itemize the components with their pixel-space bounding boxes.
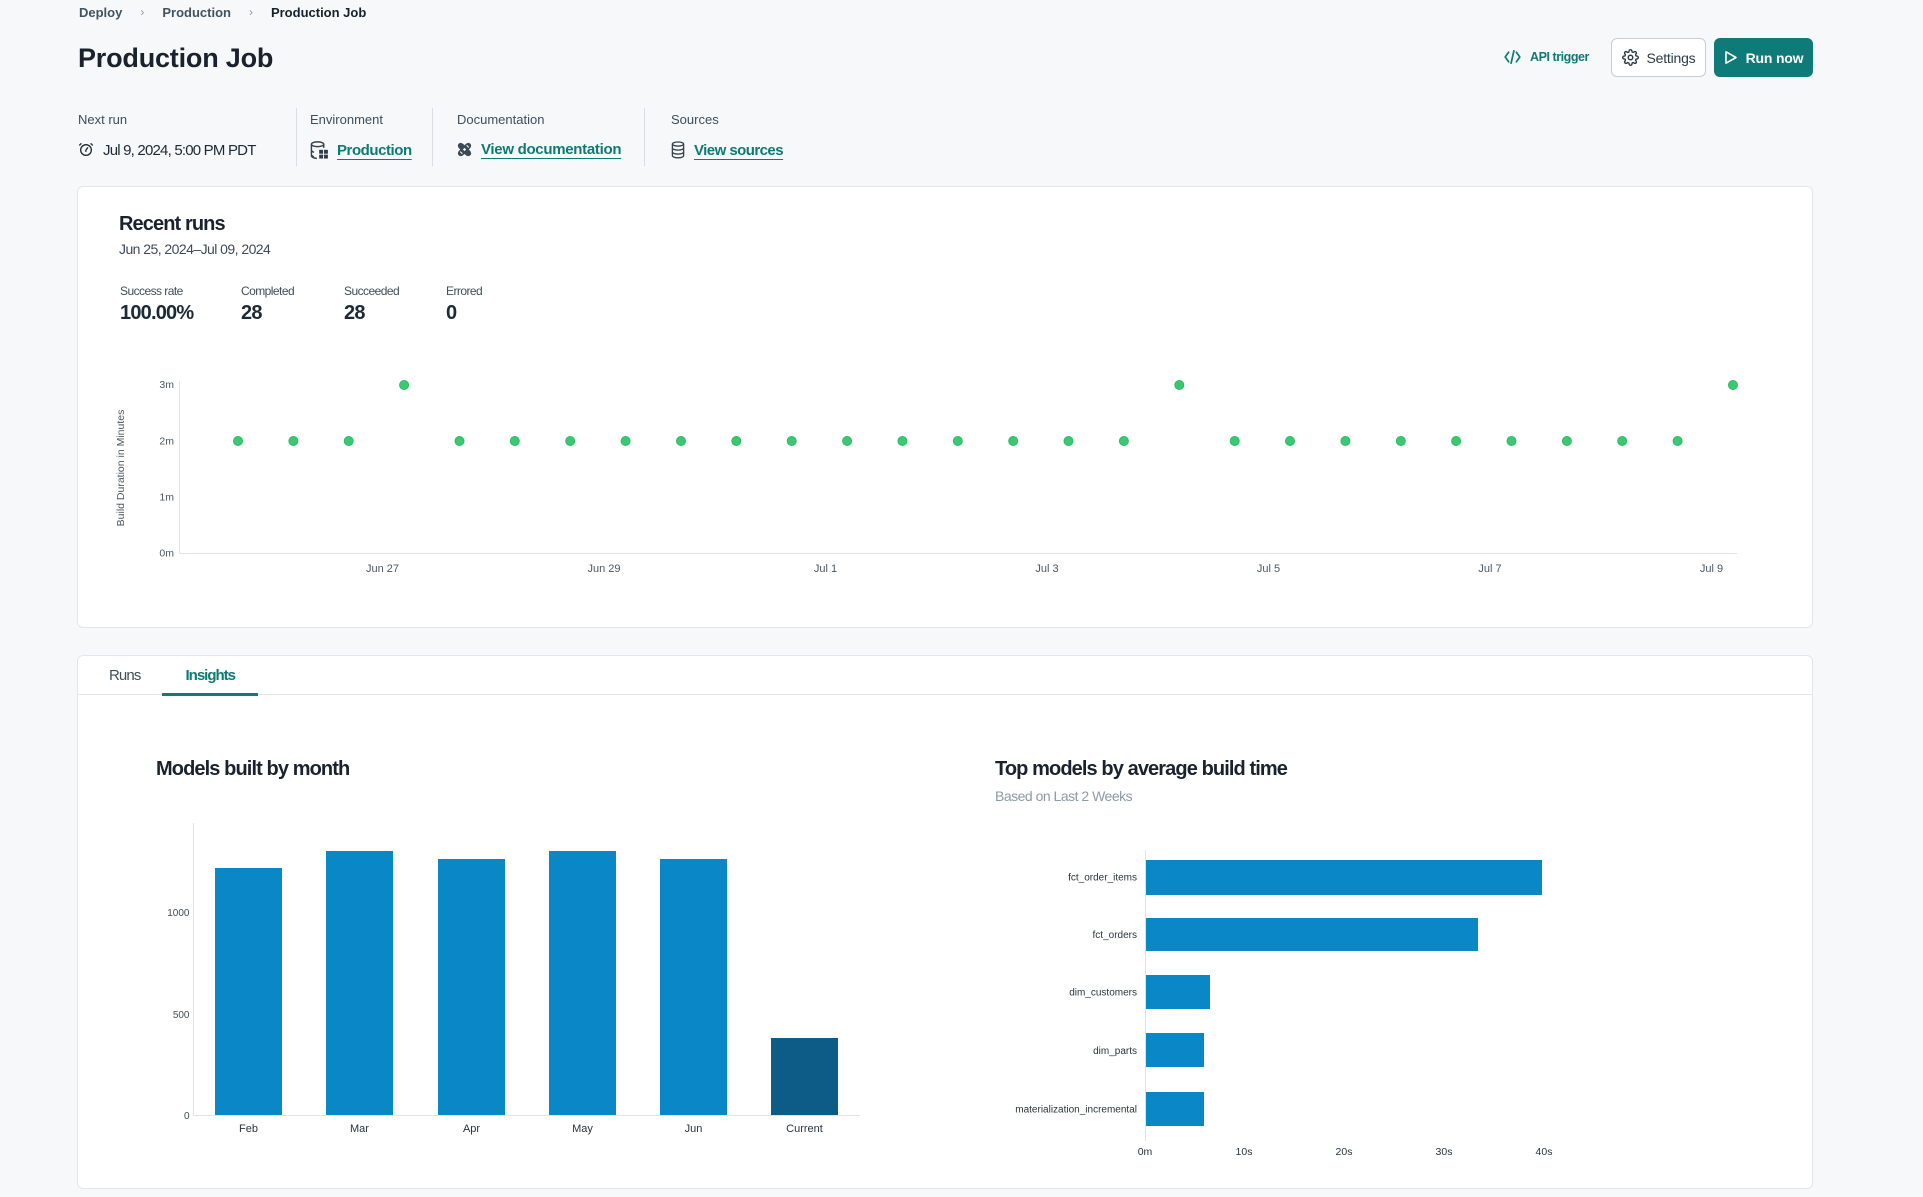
svg-text:10s: 10s [1236,1146,1253,1158]
svg-text:fct_order_items: fct_order_items [1068,873,1137,884]
svg-text:Jun 29: Jun 29 [587,563,620,575]
svg-text:3m: 3m [159,379,174,391]
svg-text:0m: 0m [1138,1146,1153,1158]
svg-text:500: 500 [173,1010,190,1021]
svg-text:Jun: Jun [685,1123,703,1135]
svg-text:May: May [572,1123,593,1135]
svg-text:Jul 7: Jul 7 [1478,563,1501,575]
svg-text:dim_parts: dim_parts [1093,1046,1137,1057]
svg-text:materialization_incremental: materialization_incremental [1015,1105,1137,1116]
svg-text:dim_customers: dim_customers [1069,988,1137,999]
svg-text:0m: 0m [159,548,174,560]
svg-text:30s: 30s [1436,1146,1453,1158]
svg-text:20s: 20s [1336,1146,1353,1158]
svg-text:Current: Current [786,1123,823,1135]
svg-text:0: 0 [184,1111,190,1122]
svg-text:1m: 1m [159,492,174,504]
svg-text:Mar: Mar [350,1123,369,1135]
svg-text:Jul 1: Jul 1 [814,563,837,575]
svg-text:Jul 9: Jul 9 [1700,563,1723,575]
svg-text:2m: 2m [159,436,174,448]
svg-text:Build Duration in Minutes: Build Duration in Minutes [115,410,127,527]
svg-text:40s: 40s [1536,1146,1553,1158]
svg-text:Jun 27: Jun 27 [366,563,399,575]
svg-text:Jul 3: Jul 3 [1035,563,1058,575]
svg-text:Feb: Feb [239,1123,258,1135]
svg-text:1000: 1000 [167,908,190,919]
svg-text:Apr: Apr [463,1123,480,1135]
svg-text:fct_orders: fct_orders [1093,930,1137,941]
svg-text:Jul 5: Jul 5 [1257,563,1280,575]
